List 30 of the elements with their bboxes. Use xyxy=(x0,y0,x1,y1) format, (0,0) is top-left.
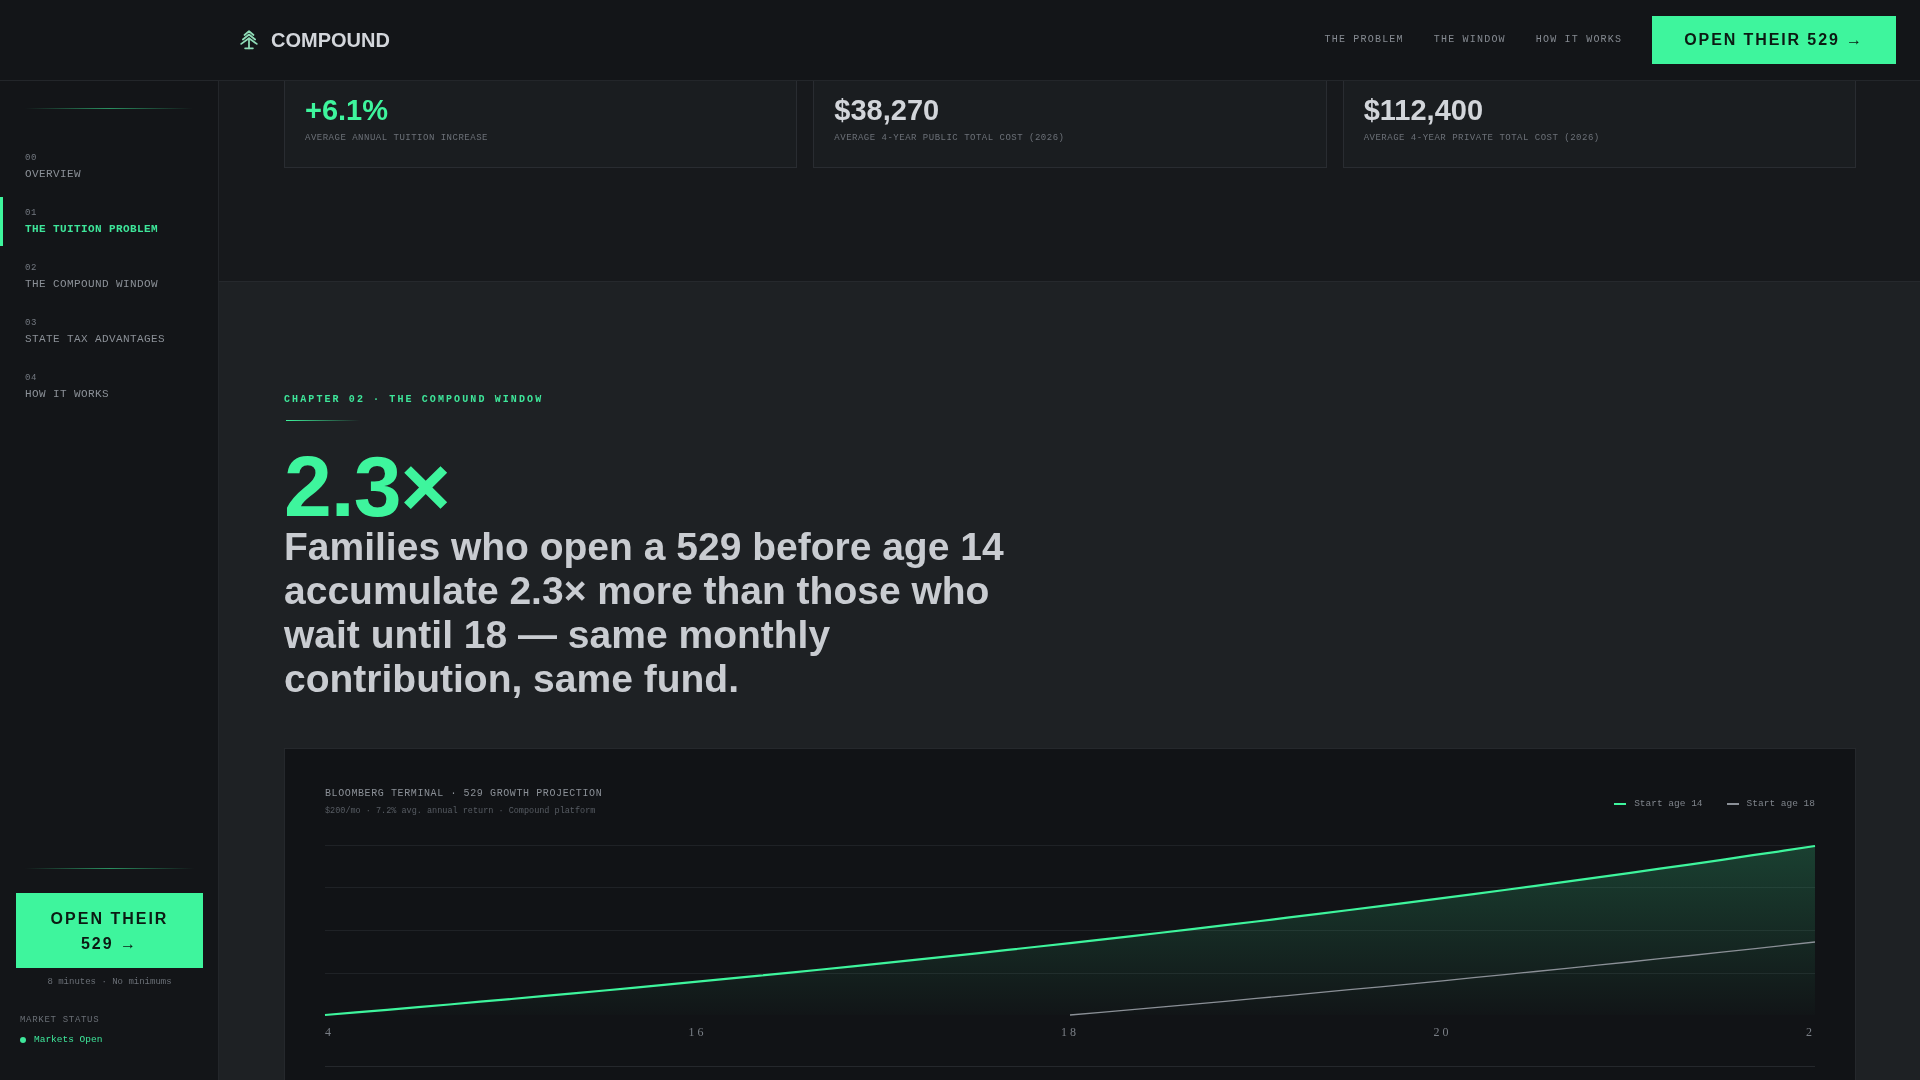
axis-tick-label: 18 xyxy=(1061,1025,1079,1039)
stat-label: AVERAGE 4-YEAR PUBLIC TOTAL COST (2026) xyxy=(834,132,1065,144)
stat-label: AVERAGE ANNUAL TUITION INCREASE xyxy=(305,132,488,144)
nav-link[interactable]: HOW IT WORKS xyxy=(1535,34,1623,46)
axis-tick-label: 4 xyxy=(325,1025,334,1039)
chart-subtitle: $200/mo · 7.2% avg. annual return · Compound platform xyxy=(325,806,597,817)
sidebar-nav-item[interactable]: 00 OVERVIEW xyxy=(0,142,218,191)
stat-label: AVERAGE 4-YEAR PRIVATE TOTAL COST (2026) xyxy=(1363,132,1600,144)
nav-link[interactable]: THE WINDOW xyxy=(1433,34,1506,46)
cta-note: 8 minutes · No minimums xyxy=(46,977,173,988)
brand-name: COMPOUND xyxy=(271,28,390,52)
section-label: MARKET STATUS xyxy=(20,1015,101,1026)
sidebar-nav-item[interactable]: 03 STATE TAX ADVANTAGES xyxy=(0,307,218,356)
stat-value: +6.1% xyxy=(305,93,389,127)
nav-link[interactable]: THE PROBLEM xyxy=(1324,34,1404,46)
stat-value: $38,270 xyxy=(834,93,940,127)
chart-title: BLOOMBERG TERMINAL · 529 GROWTH PROJECTION xyxy=(325,788,603,800)
legend-label: Start age 14 xyxy=(1634,798,1703,810)
axis-tick-label: 20 xyxy=(1433,1025,1452,1039)
market-status-text: Markets Open xyxy=(34,1034,103,1046)
sidebar-nav-item[interactable]: 04 HOW IT WORKS xyxy=(0,362,218,411)
tree-icon xyxy=(240,30,258,50)
legend-label: Start age 18 xyxy=(1746,798,1815,810)
chapter-label: CHAPTER 02 · THE COMPOUND WINDOW xyxy=(284,394,544,406)
cta-button[interactable]: OPEN THEIR 529 → xyxy=(16,893,203,968)
cta-button[interactable]: OPEN THEIR 529 → xyxy=(1652,16,1896,64)
sidebar-nav-item[interactable]: 02 THE COMPOUND WINDOW xyxy=(0,252,218,301)
stat-value: $112,400 xyxy=(1363,93,1483,127)
axis-tick-label: 2 xyxy=(1806,1025,1815,1039)
axis-tick-label: 16 xyxy=(688,1025,707,1039)
